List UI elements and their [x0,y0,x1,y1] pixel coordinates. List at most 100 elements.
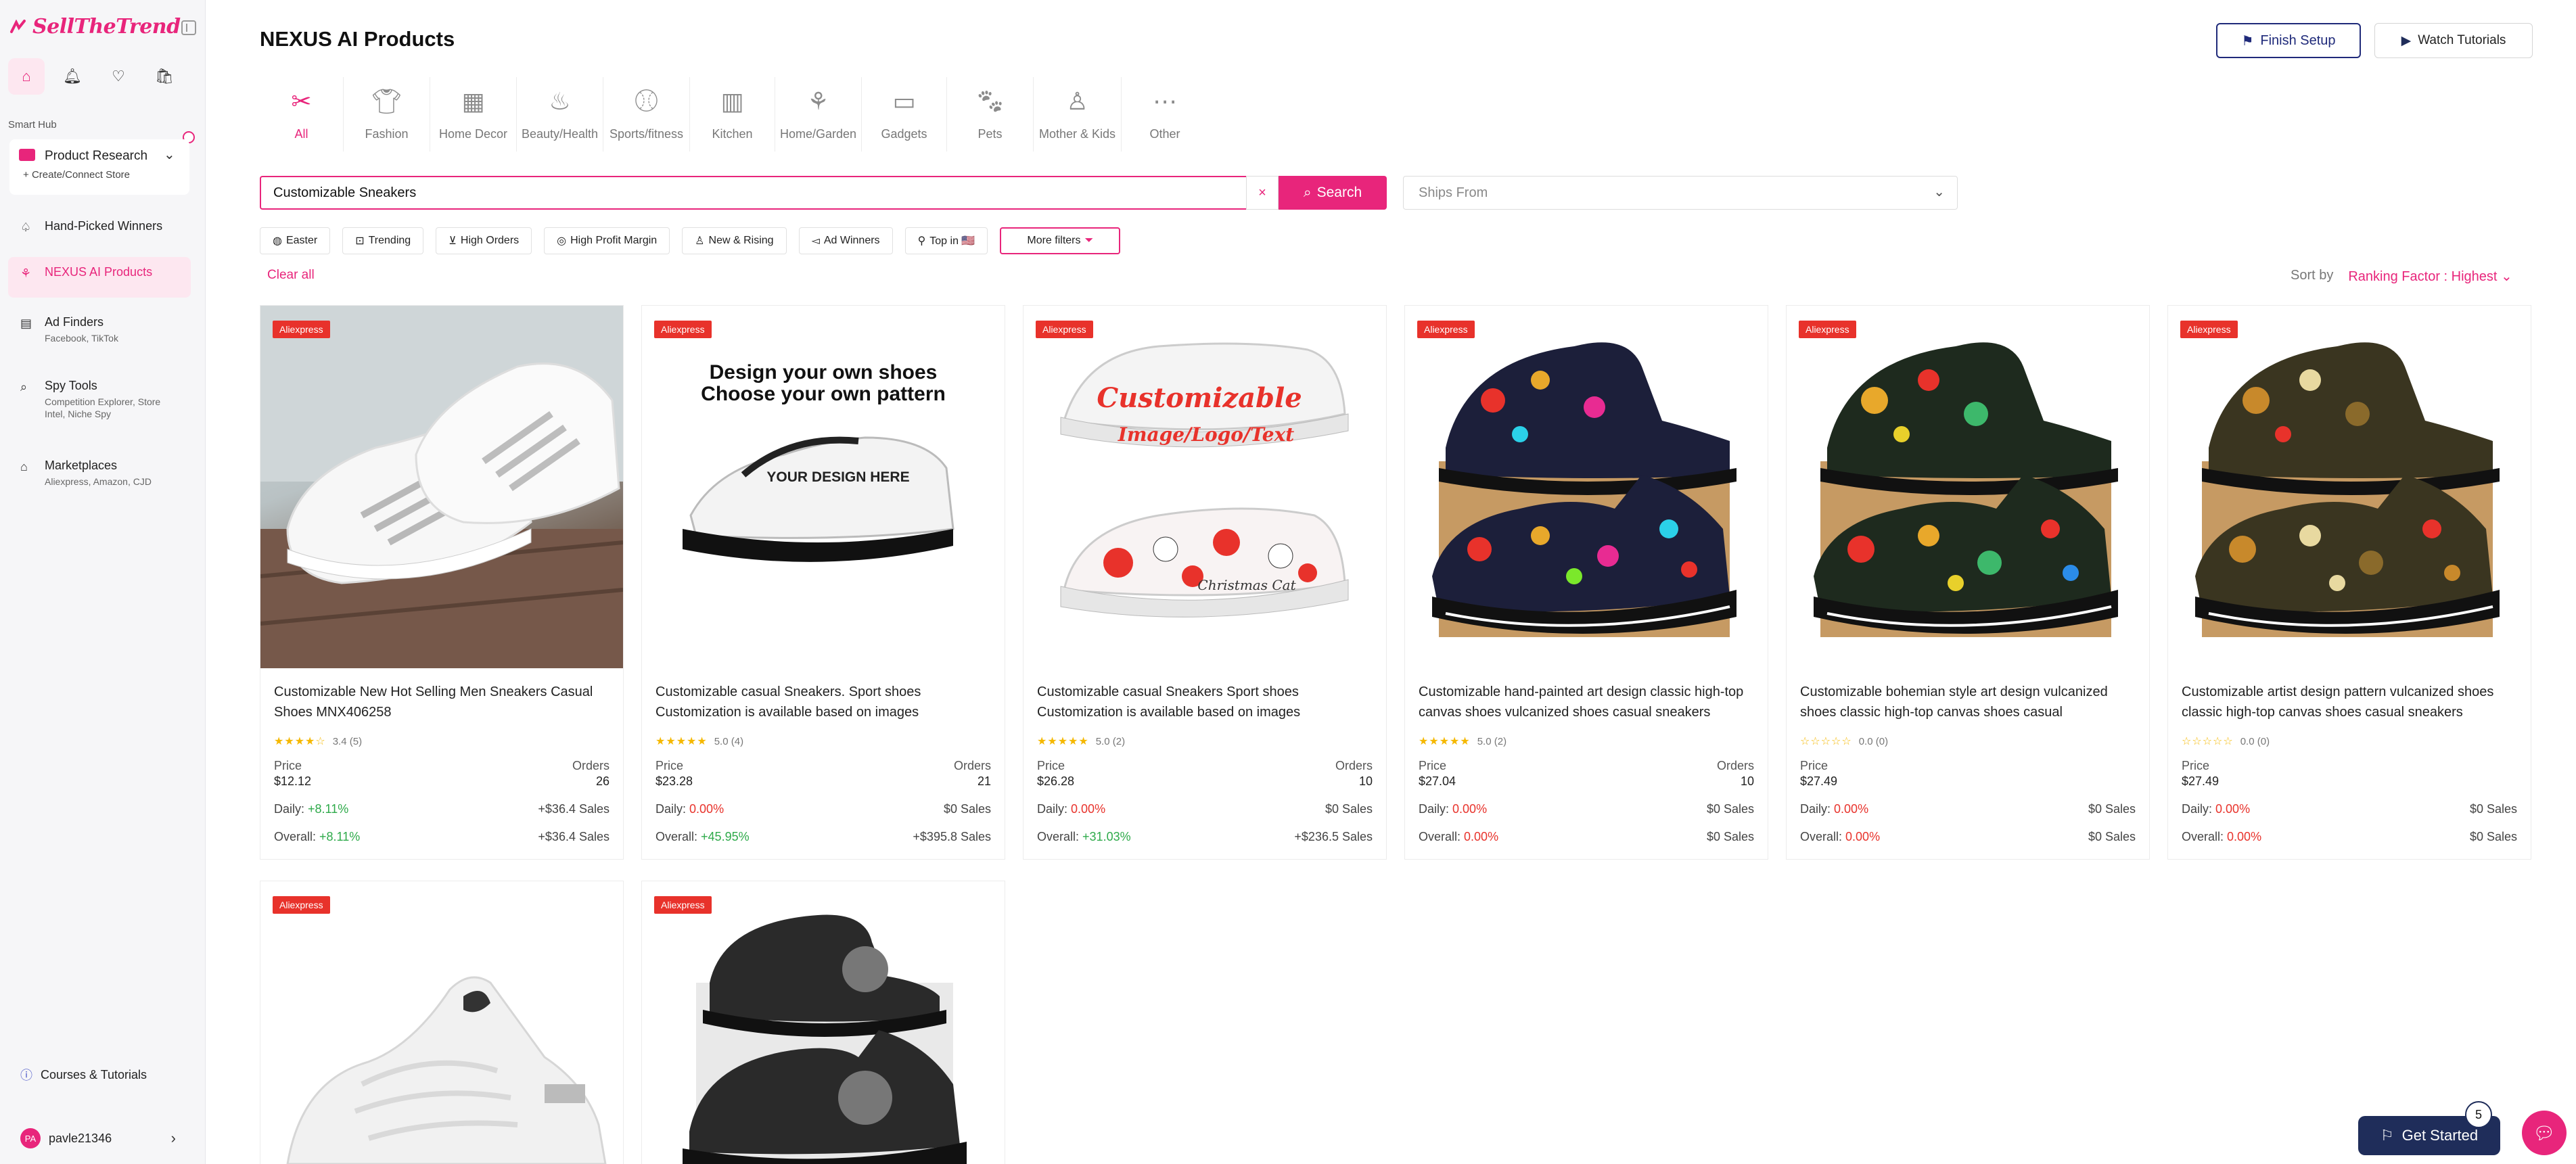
product-image[interactable]: Aliexpress [1405,306,1768,668]
create-connect-store-link[interactable]: + Create/Connect Store [23,169,130,181]
filter-top-in-country[interactable]: ⚲ Top in 🇺🇸 [904,227,988,254]
chat-icon[interactable]: 💬︎ [2522,1111,2567,1155]
finish-setup-button[interactable]: ⚑ Finish Setup [2216,23,2361,58]
product-title[interactable]: Customizable casual Sneakers. Sport shoe… [656,682,991,722]
tab-all[interactable]: ✂ All [260,77,344,152]
product-title[interactable]: Customizable New Hot Selling Men Sneaker… [274,682,610,722]
product-rating: ★★★★★ 5.0 (2) [1419,735,1754,748]
rating-value: 5.0 (2) [1095,735,1126,747]
filter-label: More filters [1027,235,1081,246]
tab-other[interactable]: ⋯ Other [1122,77,1208,152]
watch-tutorials-button[interactable]: ▶ Watch Tutorials [2374,23,2533,58]
daily-change: 0.00% [1452,802,1488,816]
product-card[interactable]: Aliexpress [260,881,624,1164]
product-rating: ★★★★☆ 3.4 (5) [274,735,610,748]
filter-new-rising[interactable]: ♙ New & Rising [682,227,787,254]
tab-sports-fitness[interactable]: ⚾︎ Sports/fitness [603,77,690,152]
product-card[interactable]: Customizable Image/Logo/Text Christmas C… [1023,305,1387,860]
price-label: Price [1800,759,1828,772]
price-orders-row: Price $26.28 Orders 10 [1037,759,1373,789]
sidebar-item-label: NEXUS AI Products [45,265,153,279]
search-button[interactable]: ⌕ Search [1279,176,1387,210]
product-image[interactable]: Design your own shoes Choose your own pa… [642,306,1005,668]
user-menu[interactable]: PA pavle21346 › [20,1128,176,1148]
product-card[interactable]: Design your own shoes Choose your own pa… [641,305,1005,860]
price-label: Price [656,759,684,772]
tab-pets[interactable]: 🐾︎ Pets [947,77,1034,152]
collapse-sidebar-icon[interactable] [181,20,196,35]
product-image[interactable]: Aliexpress [260,881,623,1164]
sidebar-item-spy-tools[interactable]: ⌕ Spy Tools Competition Explorer, Store … [8,371,191,428]
watch-tutorials-label: Watch Tutorials [2418,33,2506,47]
heart-icon[interactable]: ♡ [100,58,137,95]
product-title[interactable]: Customizable casual Sneakers Sport shoes… [1037,682,1373,722]
daily-change: 0.00% [689,802,724,816]
shopping-bag-icon[interactable]: 🛍︎ [146,58,183,95]
search-input[interactable]: Customizable Sneakers [260,176,1246,210]
clear-all-link[interactable]: Clear all [267,268,315,283]
sidebar-item-marketplaces[interactable]: ⌂ Marketplaces Aliexpress, Amazon, CJD [8,450,191,496]
price-value: $12.12 [274,774,312,788]
product-image[interactable]: Customizable Image/Logo/Text Christmas C… [1024,306,1386,668]
filter-trending[interactable]: ⊡ Trending [342,227,424,254]
get-started-count-badge: 5 [2465,1101,2492,1128]
product-card[interactable]: Aliexpress Customizable bohemian style a… [1786,305,2150,860]
daily-change: 0.00% [1071,802,1106,816]
sidebar-item-hand-picked-winners[interactable]: ♤ Hand-Picked Winners [8,211,191,241]
overall-change: +31.03% [1082,830,1131,843]
tab-mother-kids[interactable]: ♙ Mother & Kids [1034,77,1122,152]
spy-icon: ⌕ [20,380,28,394]
ships-from-select[interactable]: Ships From ⌄ [1403,176,1958,210]
filter-high-orders[interactable]: ⊻ High Orders [436,227,532,254]
tab-kitchen[interactable]: ▥ Kitchen [690,77,775,152]
overall-row: Overall: +45.95% +$395.8 Sales [656,830,991,859]
tab-gadgets[interactable]: ▭ Gadgets [862,77,947,152]
courses-tutorials-link[interactable]: ⓘ Courses & Tutorials [20,1066,147,1084]
stars-icon: ★★★★★ [656,736,708,747]
filter-label: Trending [368,235,411,246]
clear-search-icon[interactable]: × [1246,176,1279,210]
bell-icon[interactable]: 🔔︎ [54,58,91,95]
product-image[interactable]: Aliexpress [642,881,1005,1164]
product-title[interactable]: Customizable hand-painted art design cla… [1419,682,1754,722]
overall-row: Overall: +31.03% +$236.5 Sales [1037,830,1373,859]
brand-mark-icon [10,19,26,33]
product-title[interactable]: Customizable bohemian style art design v… [1800,682,2136,722]
tab-home-garden[interactable]: ⚘ Home/Garden [775,77,862,152]
product-card[interactable]: Aliexpress Customizable artist design pa… [2167,305,2531,860]
sort-select[interactable]: Ranking Factor : Highest ⌄ [2348,268,2512,285]
product-card[interactable]: Aliexpress [641,881,1005,1164]
stars-icon: ★★★★★ [1037,736,1089,747]
chevron-down-icon: ⌄ [2501,269,2512,284]
product-card[interactable]: Aliexpress Customizable hand-painted art… [1404,305,1768,860]
play-icon: ▶ [2401,33,2412,48]
tab-home-decor[interactable]: ▦ Home Decor [430,77,517,152]
tab-fashion[interactable]: 👕︎ Fashion [344,77,430,152]
rating-value: 0.0 (0) [1858,735,1889,747]
source-badge: Aliexpress [1799,321,1856,338]
price-orders-row: Price $23.28 Orders 21 [656,759,991,789]
product-image[interactable]: Aliexpress [260,306,623,668]
product-card[interactable]: Aliexpress Customizable New Hot Selling … [260,305,624,860]
product-research-menu[interactable]: Product Research ⌄ + Create/Connect Stor… [9,139,189,195]
daily-label: Daily: [1037,802,1068,816]
folder-icon [19,149,35,161]
product-title[interactable]: Customizable artist design pattern vulca… [2182,682,2517,722]
overall-label: Overall: [1037,830,1080,843]
filter-high-profit-margin[interactable]: ◎ High Profit Margin [544,227,670,254]
plant-icon: ⚘ [807,87,829,115]
price-value: $26.28 [1037,774,1075,788]
more-filters-button[interactable]: More filters ⏷ [1000,227,1121,254]
filter-easter[interactable]: ◍ Easter [260,227,331,254]
product-image[interactable]: Aliexpress [2168,306,2531,668]
tab-label: Home/Garden [779,127,857,141]
rising-icon: ♙ [695,235,705,247]
filter-ad-winners[interactable]: ◅ Ad Winners [798,227,893,254]
product-image[interactable]: Aliexpress [1787,306,2149,668]
brand-logo[interactable]: SellTheTrend [9,15,181,39]
home-icon[interactable]: ⌂ [8,58,45,95]
sidebar-item-nexus-ai-products[interactable]: ⚘ NEXUS AI Products [8,257,191,298]
chevron-down-icon[interactable]: ⌄ [164,146,175,163]
tab-beauty-health[interactable]: ♨ Beauty/Health [517,77,603,152]
sidebar-item-ad-finders[interactable]: ▤ Ad Finders Facebook, TikTok [8,307,191,352]
